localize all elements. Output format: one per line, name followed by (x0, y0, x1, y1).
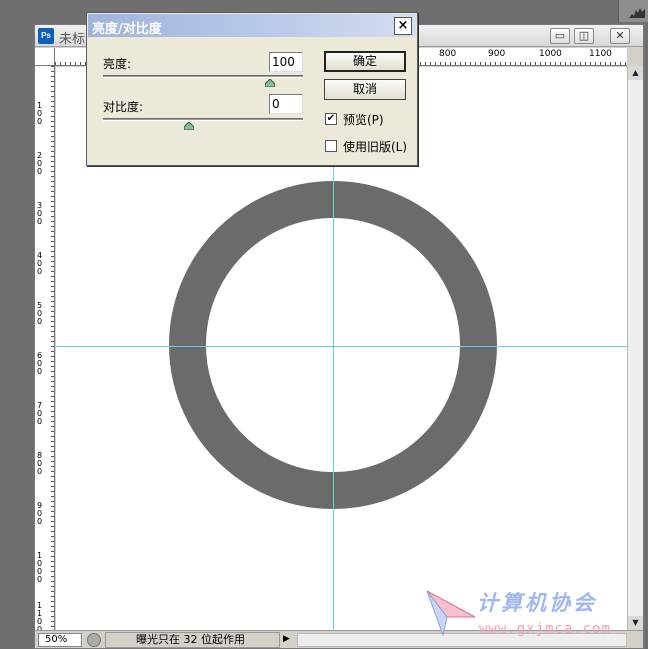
brightness-input[interactable]: 100 (269, 52, 303, 72)
preview-checkbox[interactable]: ✔ (325, 113, 337, 125)
minimize-button[interactable]: ▭ (550, 28, 570, 44)
brightness-contrast-dialog: 亮度/对比度 × 亮度: 100 对比度: 0 确定 取消 ✔ 预览(P) 使用… (86, 12, 418, 166)
dialog-title: 亮度/对比度 (92, 22, 162, 37)
ok-button[interactable]: 确定 (324, 51, 406, 72)
scroll-up-arrow[interactable]: ▲ (628, 66, 643, 80)
histogram-panel-tab[interactable] (618, 0, 648, 22)
paper-plane-logo-icon (426, 590, 476, 637)
ruler-label: 900 (488, 49, 506, 59)
photoshop-icon: Ps (38, 28, 54, 44)
cancel-button[interactable]: 取消 (324, 79, 406, 100)
ruler-label: 300 (37, 201, 43, 226)
ruler-label: 500 (37, 301, 43, 326)
vertical-ruler[interactable]: 100 200 300 400 500 600 700 800 900 1000… (35, 66, 55, 634)
dialog-titlebar[interactable]: 亮度/对比度 × (88, 14, 416, 37)
ruler-label: 700 (37, 401, 43, 426)
ruler-label: 800 (37, 451, 43, 476)
ruler-label: 800 (439, 49, 457, 59)
site-watermark: 计算机协会 www.gxjmca.com (425, 583, 635, 643)
ruler-label: 1100 (589, 49, 612, 59)
ruler-label: 900 (37, 501, 43, 526)
contrast-input[interactable]: 0 (269, 94, 303, 114)
horizontal-guide[interactable] (56, 346, 628, 347)
restore-button[interactable]: ◫ (574, 28, 594, 44)
close-button[interactable]: ✕ (610, 28, 630, 44)
legacy-checkbox[interactable] (325, 140, 337, 152)
brightness-slider-track[interactable] (103, 75, 303, 78)
document-title: 未标 (59, 32, 86, 47)
ruler-label: 1000 (539, 49, 562, 59)
legacy-label[interactable]: 使用旧版(L) (343, 138, 407, 155)
histogram-icon (629, 8, 645, 18)
dialog-close-button[interactable]: × (394, 17, 412, 35)
contrast-slider-thumb[interactable] (183, 122, 194, 130)
ruler-label: 1000 (37, 551, 43, 584)
ruler-label: 100 (37, 101, 43, 126)
status-menu-arrow-icon[interactable]: ▶ (283, 634, 290, 644)
watermark-title: 计算机协会 (477, 591, 597, 615)
contrast-label: 对比度: (103, 100, 144, 114)
ruler-label: 200 (37, 151, 43, 176)
ruler-label: 600 (37, 351, 43, 376)
brightness-label: 亮度: (103, 57, 132, 71)
zoom-field[interactable]: 50% (38, 633, 82, 647)
vertical-scrollbar[interactable]: ▲ ▼ (627, 66, 643, 630)
watermark-url: www.gxjmca.com (479, 621, 612, 637)
contrast-slider-track[interactable] (103, 118, 303, 121)
ruler-corner[interactable] (35, 48, 55, 66)
preview-label[interactable]: 预览(P) (343, 111, 384, 128)
ruler-label: 400 (37, 251, 43, 276)
status-message: 曝光只在 32 位起作用 (105, 632, 280, 648)
status-info-icon[interactable] (87, 633, 101, 647)
brightness-slider-thumb[interactable] (264, 79, 275, 87)
